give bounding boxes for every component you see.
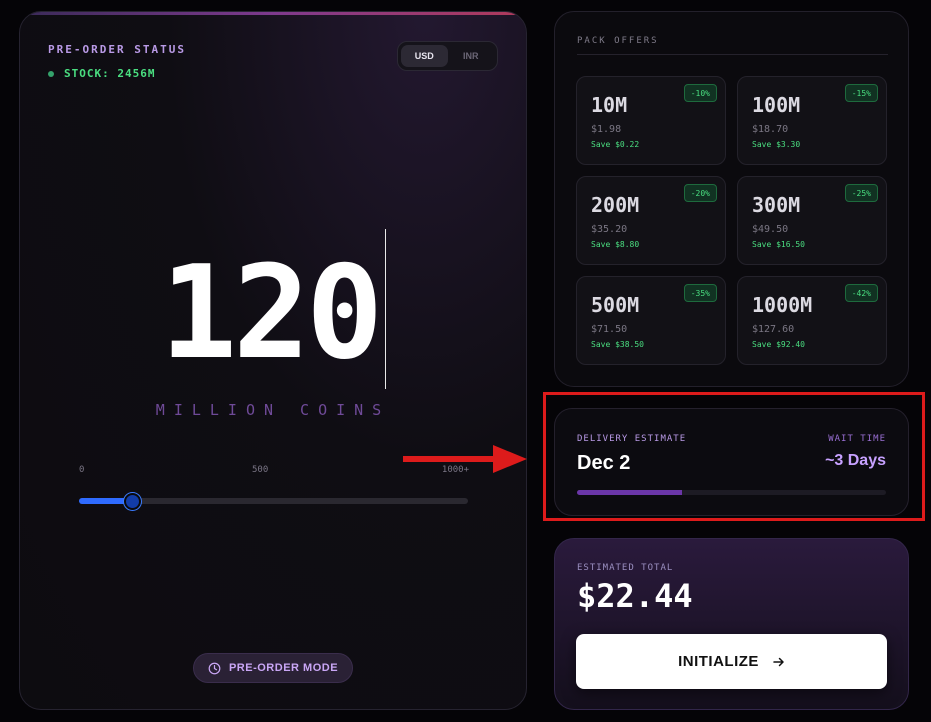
offer-amount: 10M <box>591 93 628 117</box>
pre-order-mode-button[interactable]: PRE-ORDER MODE <box>193 653 353 683</box>
discount-badge: -10% <box>683 84 717 102</box>
offer-price: $49.50 <box>752 224 789 235</box>
wait-time-label: WAIT TIME <box>828 434 886 444</box>
quantity-display[interactable]: 120 <box>160 244 390 384</box>
currency-toggle: USD INR <box>397 41 498 71</box>
delivery-label: DELIVERY ESTIMATE <box>577 434 687 444</box>
offer-savings: Save $92.40 <box>752 340 805 349</box>
discount-badge: -25% <box>844 184 878 202</box>
slider-label-min: 0 <box>79 465 85 475</box>
quantity-unit: MILLION COINS <box>155 401 391 419</box>
stock-label: STOCK: 2456M <box>64 67 156 80</box>
offer-card-200m[interactable]: 200M $35.20 Save $8.80 -20% <box>576 176 726 265</box>
arrow-right-icon <box>773 657 784 666</box>
offer-savings: Save $8.80 <box>591 240 640 249</box>
discount-badge: -42% <box>844 284 878 302</box>
offer-card-1000m[interactable]: 1000M $127.60 Save $92.40 -42% <box>737 276 887 365</box>
offer-price: $35.20 <box>591 224 628 235</box>
pack-offers-panel: PACK OFFERS 10M $1.98 Save $0.22 -10% 10… <box>554 11 909 387</box>
offer-price: $1.98 <box>591 124 622 135</box>
clock-icon <box>208 662 221 674</box>
offer-amount: 200M <box>591 193 640 217</box>
delivery-date: Dec 2 <box>577 452 631 474</box>
mode-button-label: PRE-ORDER MODE <box>228 662 339 674</box>
estimated-total-panel: ESTIMATED TOTAL $22.44 INITIALIZE <box>554 538 909 710</box>
offer-price: $18.70 <box>752 124 789 135</box>
offer-savings: Save $3.30 <box>752 140 801 149</box>
offer-amount: 100M <box>752 93 801 117</box>
discount-badge: -20% <box>683 184 717 202</box>
offers-title: PACK OFFERS <box>577 36 659 46</box>
delivery-estimate-panel: DELIVERY ESTIMATE WAIT TIME Dec 2 ~3 Day… <box>554 408 909 516</box>
status-title: PRE-ORDER STATUS <box>48 43 186 56</box>
text-caret <box>385 229 386 389</box>
offer-amount: 500M <box>591 293 640 317</box>
divider <box>577 54 888 55</box>
slider-thumb[interactable] <box>123 493 141 510</box>
delivery-progress-bar <box>577 490 886 495</box>
stock-indicator: STOCK: 2456M <box>48 67 155 80</box>
initialize-button[interactable]: INITIALIZE <box>576 634 887 689</box>
panel-accent-line <box>20 12 526 15</box>
offer-card-300m[interactable]: 300M $49.50 Save $16.50 -25% <box>737 176 887 265</box>
offer-amount: 300M <box>752 193 801 217</box>
total-label: ESTIMATED TOTAL <box>577 563 674 573</box>
wait-time-value: ~3 Days <box>825 452 886 469</box>
offer-price: $71.50 <box>591 324 628 335</box>
delivery-progress-fill <box>577 490 683 495</box>
offer-savings: Save $0.22 <box>591 140 640 149</box>
discount-badge: -35% <box>683 284 717 302</box>
offer-price: $127.60 <box>752 324 795 335</box>
initialize-button-label: INITIALIZE <box>678 653 759 670</box>
annotation-arrow-icon <box>403 445 527 473</box>
quantity-slider[interactable] <box>79 493 468 510</box>
slider-label-mid: 500 <box>252 465 269 475</box>
order-panel: PRE-ORDER STATUS STOCK: 2456M USD INR 12… <box>19 11 527 710</box>
offer-card-100m[interactable]: 100M $18.70 Save $3.30 -15% <box>737 76 887 165</box>
total-amount: $22.44 <box>577 577 693 615</box>
status-dot-icon <box>48 70 54 77</box>
currency-option-usd[interactable]: USD <box>401 45 448 67</box>
discount-badge: -15% <box>844 84 878 102</box>
offer-card-10m[interactable]: 10M $1.98 Save $0.22 -10% <box>576 76 726 165</box>
currency-option-inr[interactable]: INR <box>448 45 495 67</box>
offer-card-500m[interactable]: 500M $71.50 Save $38.50 -35% <box>576 276 726 365</box>
offer-savings: Save $38.50 <box>591 340 644 349</box>
offer-savings: Save $16.50 <box>752 240 805 249</box>
offer-amount: 1000M <box>752 293 813 317</box>
